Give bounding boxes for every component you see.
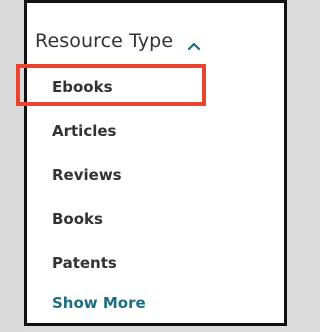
- page-background-strip: [0, 0, 24, 332]
- facet-title: Resource Type: [35, 30, 174, 52]
- facet-item-patents[interactable]: Patents: [52, 254, 117, 272]
- facet-header-resource-type[interactable]: Resource Type: [35, 30, 201, 52]
- show-more-link[interactable]: Show More: [52, 294, 146, 312]
- facet-item-articles[interactable]: Articles: [52, 122, 116, 140]
- facet-item-ebooks[interactable]: Ebooks: [52, 78, 113, 96]
- facet-item-reviews[interactable]: Reviews: [52, 166, 122, 184]
- chevron-up-icon[interactable]: [187, 36, 201, 51]
- facet-item-books[interactable]: Books: [52, 210, 103, 228]
